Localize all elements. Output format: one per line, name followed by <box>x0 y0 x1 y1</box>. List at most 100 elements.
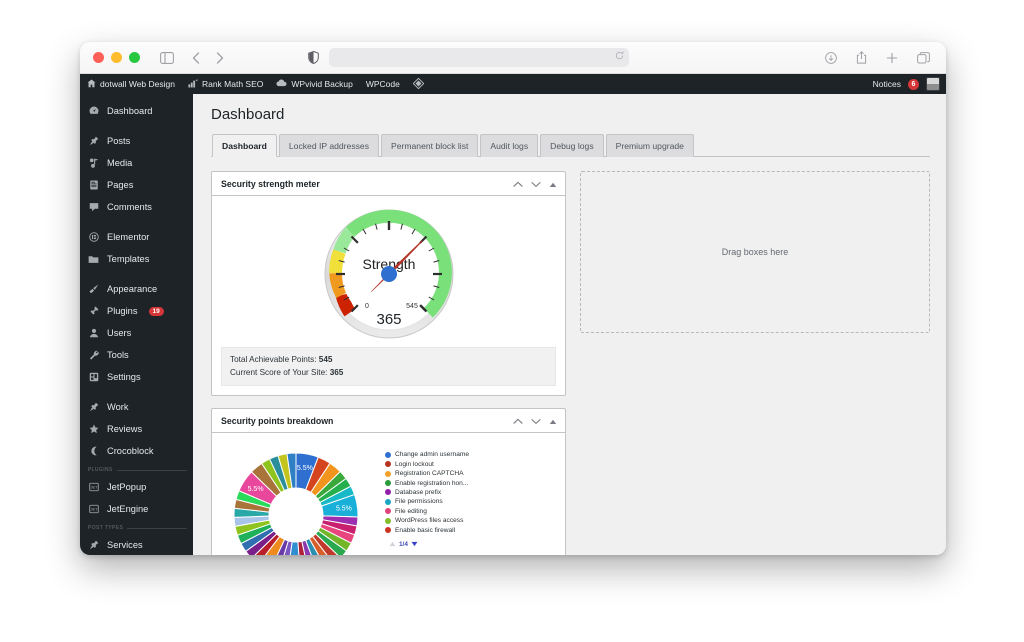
adminbar-item-wpvivid[interactable]: WPvivid Backup <box>276 79 353 89</box>
shield-icon[interactable] <box>308 51 319 64</box>
legend-item[interactable]: Registration CAPTCHA <box>385 470 556 477</box>
sidebar-item-label: Media <box>107 158 133 168</box>
sidebar-item-work[interactable]: Work <box>80 396 193 418</box>
jet-icon: JET <box>88 482 99 492</box>
new-tab-plus-icon[interactable] <box>886 52 898 64</box>
adminbar-item-rank-math[interactable]: Rank Math SEO <box>188 78 264 90</box>
toolbar-right-actions <box>825 51 930 64</box>
legend-pager: 1/4 <box>385 541 556 549</box>
address-bar[interactable] <box>329 48 629 67</box>
postbox-header: Security points breakdown <box>212 409 565 434</box>
wordpress-home-icon <box>87 79 96 90</box>
sidebar-item-media[interactable]: Media <box>80 152 193 174</box>
star-icon <box>88 424 99 434</box>
sidebar-item-appearance[interactable]: Appearance <box>80 278 193 300</box>
legend-label: File editing <box>395 507 427 515</box>
postbox-body: 5.5% 5.5% 5.5% Change admin username Log… <box>212 433 565 555</box>
tab-premium-upgrade[interactable]: Premium upgrade <box>605 134 694 157</box>
adminbar-item-label: Rank Math SEO <box>201 79 264 89</box>
sidebar-item-label: Crocoblock <box>107 446 154 456</box>
notices-label[interactable]: Notices <box>873 79 901 89</box>
chevron-down-icon[interactable] <box>531 412 541 430</box>
tab-permanent-block-list[interactable]: Permanent block list <box>381 134 479 157</box>
comment-icon <box>88 202 99 212</box>
adminbar-item-site[interactable]: dotwall Web Design <box>87 79 175 90</box>
adminbar-item-label: WPCode <box>365 79 400 89</box>
sidebar-item-crocoblock[interactable]: Crocoblock <box>80 440 193 462</box>
legend-item[interactable]: Database prefix <box>385 489 556 496</box>
close-window-button[interactable] <box>93 52 104 63</box>
share-icon[interactable] <box>856 51 867 64</box>
tab-dashboard[interactable]: Dashboard <box>212 134 277 157</box>
collapse-icon[interactable] <box>549 175 557 193</box>
maximize-window-button[interactable] <box>129 52 140 63</box>
legend-swatch <box>385 527 391 534</box>
sidebar-item-comments[interactable]: Comments <box>80 196 193 218</box>
reload-icon[interactable] <box>615 51 624 60</box>
tab-debug-logs[interactable]: Debug logs <box>540 134 604 157</box>
gauge-chart: Strength 0 545 365 <box>221 204 556 343</box>
sidebar-item-tools[interactable]: Tools <box>80 344 193 366</box>
sidebar-separator-plugins: PLUGINS <box>88 467 187 473</box>
legend-item[interactable]: Enable registration hon... <box>385 480 556 487</box>
donut-slice-label: 5.5% <box>248 486 264 493</box>
sidebar-item-elementor[interactable]: Elementor <box>80 226 193 248</box>
diamond-icon <box>412 77 425 91</box>
legend-item[interactable]: Enable basic firewall <box>385 527 556 534</box>
sidebar-item-users[interactable]: Users <box>80 322 193 344</box>
nav-back-icon[interactable] <box>192 51 200 64</box>
adminbar-item-diamond[interactable] <box>412 77 425 91</box>
jet-icon: JET <box>88 504 99 514</box>
tab-locked-ip-addresses[interactable]: Locked IP addresses <box>278 134 379 157</box>
triangle-down-icon[interactable] <box>411 541 418 549</box>
chevron-up-icon[interactable] <box>513 175 523 193</box>
notices-count-badge: 6 <box>908 78 919 90</box>
sidebar-item-pages[interactable]: Pages <box>80 174 193 196</box>
legend-item[interactable]: Login lockout <box>385 461 556 468</box>
legend-item[interactable]: Change admin username <box>385 451 556 458</box>
legend-label: Database prefix <box>395 488 442 496</box>
gauge-min-label: 0 <box>365 303 369 310</box>
legend-swatch <box>385 470 391 477</box>
drag-boxes-drop-zone[interactable]: Drag boxes here <box>580 171 930 333</box>
postbox-title: Security points breakdown <box>221 415 334 426</box>
download-icon[interactable] <box>825 51 837 64</box>
sidebar-item-templates[interactable]: Templates <box>80 248 193 270</box>
minimize-window-button[interactable] <box>111 52 122 63</box>
tabs-overview-icon[interactable] <box>917 51 930 64</box>
sidebar-item-services[interactable]: Services <box>80 534 193 555</box>
breakdown-donut-svg: 5.5% 5.5% 5.5% <box>233 452 359 555</box>
sidebar-separator-label: PLUGINS <box>88 467 113 473</box>
chart-legend: Change admin username Login lockout Regi… <box>385 445 556 548</box>
legend-label: Registration CAPTCHA <box>395 470 464 478</box>
sidebar-item-label: Elementor <box>107 232 150 242</box>
sidebar-toggle-icon[interactable] <box>160 51 174 64</box>
pin-icon <box>88 136 99 146</box>
tab-audit-logs[interactable]: Audit logs <box>480 134 539 157</box>
sidebar-item-settings[interactable]: Settings <box>80 366 193 388</box>
svg-text:JET: JET <box>90 506 98 511</box>
legend-item[interactable]: WordPress files access <box>385 517 556 524</box>
sidebar-item-jetengine[interactable]: JET JetEngine <box>80 498 193 520</box>
sidebar-item-jetpopup[interactable]: JET JetPopup <box>80 476 193 498</box>
collapse-icon[interactable] <box>549 412 557 430</box>
sidebar-item-plugins[interactable]: Plugins 19 <box>80 300 193 322</box>
sidebar-item-label: JetPopup <box>107 482 147 492</box>
nav-forward-icon[interactable] <box>216 51 224 64</box>
separator-line <box>127 527 187 529</box>
chevron-down-icon[interactable] <box>531 175 541 193</box>
legend-pager-text: 1/4 <box>399 541 408 549</box>
legend-item[interactable]: File editing <box>385 508 556 515</box>
triangle-up-icon[interactable] <box>389 541 396 549</box>
adminbar-item-wpcode[interactable]: WPCode <box>366 79 400 89</box>
legend-item[interactable]: File permissions <box>385 498 556 505</box>
avatar[interactable] <box>926 77 940 91</box>
sidebar-item-dashboard[interactable]: Dashboard <box>80 100 193 122</box>
chevron-up-icon[interactable] <box>513 412 523 430</box>
wrench-icon <box>88 350 99 360</box>
sidebar-item-posts[interactable]: Posts <box>80 130 193 152</box>
sidebar-item-reviews[interactable]: Reviews <box>80 418 193 440</box>
sidebar-item-label: Users <box>107 328 132 338</box>
legend-label: File permissions <box>395 498 443 506</box>
